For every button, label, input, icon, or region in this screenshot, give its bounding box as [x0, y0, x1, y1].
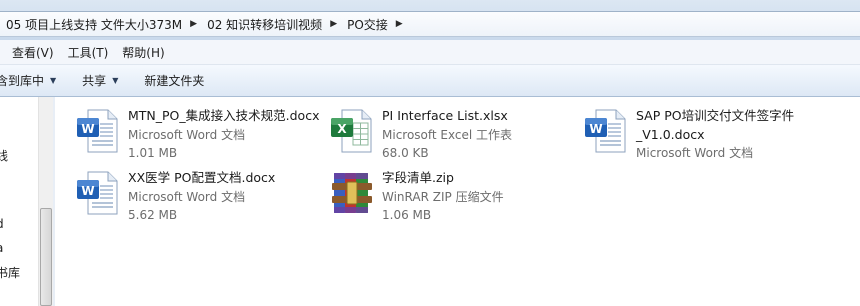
- navigation-pane: 线 d a 书库: [0, 97, 38, 306]
- breadcrumb-separator-icon[interactable]: ▶: [396, 19, 403, 29]
- share-button[interactable]: 共享 ▼: [68, 72, 130, 89]
- breadcrumb-separator-icon[interactable]: ▶: [330, 19, 337, 29]
- file-type: Microsoft Word 文档: [128, 189, 246, 204]
- share-label: 共享: [82, 74, 107, 88]
- include-in-library-button[interactable]: 含到库中 ▼: [0, 72, 68, 89]
- command-bar: 含到库中 ▼ 共享 ▼ 新建文件夹: [0, 65, 860, 97]
- breadcrumb-separator-icon[interactable]: ▶: [190, 19, 197, 29]
- file-name: MTN_PO_集成接入技术规范.docx: [128, 108, 320, 123]
- pane-splitter[interactable]: [53, 97, 55, 306]
- file-item[interactable]: W SAP PO培训交付文件签字件 _V1.0.docx Microsoft W…: [582, 107, 794, 163]
- svg-text:W: W: [81, 122, 94, 136]
- address-bar: 05 项目上线支持 文件大小373M ▶ 02 知识转移培训视频 ▶ PO交接 …: [0, 0, 860, 40]
- breadcrumb-label: 02 知识转移培训视频: [207, 17, 323, 32]
- file-size: 1.06 MB: [382, 208, 432, 222]
- nav-item-fragment[interactable]: d: [0, 217, 4, 231]
- menu-view[interactable]: 查看(V): [0, 44, 61, 61]
- word-doc-icon: W: [74, 107, 122, 155]
- word-doc-icon: W: [74, 169, 122, 217]
- file-item[interactable]: 字段清单.zip WinRAR ZIP 压缩文件 1.06 MB: [328, 169, 504, 225]
- svg-text:W: W: [81, 184, 94, 198]
- breadcrumb-label: PO交接: [347, 17, 388, 32]
- dropdown-arrow-icon: ▼: [50, 76, 57, 85]
- file-size: 68.0 KB: [382, 146, 429, 160]
- file-name-continuation: _V1.0.docx: [636, 126, 705, 142]
- breadcrumb-label: 05 项目上线支持 文件大小373M: [6, 17, 183, 32]
- svg-text:W: W: [589, 122, 602, 136]
- winrar-archive-icon: [328, 169, 376, 217]
- word-doc-icon: W: [582, 107, 630, 155]
- menu-bar: 查看(V) 工具(T) 帮助(H): [0, 40, 860, 65]
- include-in-library-label: 含到库中: [0, 74, 45, 88]
- new-folder-label: 新建文件夹: [144, 74, 205, 88]
- file-type: Microsoft Word 文档: [128, 127, 246, 142]
- file-name: 字段清单.zip: [382, 170, 454, 185]
- breadcrumb-item-po-handover[interactable]: PO交接 ▶: [341, 16, 407, 33]
- file-type: Microsoft Word 文档: [636, 146, 754, 160]
- file-list: W MTN_PO_集成接入技术规范.docx Microsoft Word 文档…: [56, 97, 860, 306]
- file-item[interactable]: W XX医学 PO配置文档.docx Microsoft Word 文档 5.6…: [74, 169, 275, 225]
- file-name: PI Interface List.xlsx: [382, 108, 508, 123]
- svg-text:X: X: [337, 122, 347, 136]
- menu-tools[interactable]: 工具(T): [61, 44, 116, 61]
- file-item[interactable]: X PI Interface List.xlsx Microsoft Excel…: [328, 107, 512, 163]
- new-folder-button[interactable]: 新建文件夹: [130, 72, 216, 89]
- file-size: 1.01 MB: [128, 146, 178, 160]
- dropdown-arrow-icon: ▼: [112, 76, 119, 85]
- nav-item-fragment[interactable]: a: [0, 241, 3, 255]
- navigation-scrollbar[interactable]: [38, 97, 54, 306]
- file-name: SAP PO培训交付文件签字件: [636, 108, 795, 123]
- file-type: Microsoft Excel 工作表: [382, 127, 513, 142]
- menu-help[interactable]: 帮助(H): [115, 44, 171, 61]
- breadcrumb: 05 项目上线支持 文件大小373M ▶ 02 知识转移培训视频 ▶ PO交接 …: [0, 11, 860, 37]
- file-size: 5.62 MB: [128, 208, 178, 222]
- excel-sheet-icon: X: [328, 107, 376, 155]
- breadcrumb-item-training-videos[interactable]: 02 知识转移培训视频 ▶: [201, 16, 341, 33]
- file-name: XX医学 PO配置文档.docx: [128, 170, 276, 185]
- scrollbar-thumb[interactable]: [40, 208, 52, 306]
- breadcrumb-item-project-support[interactable]: 05 项目上线支持 文件大小373M ▶: [0, 16, 201, 33]
- file-type: WinRAR ZIP 压缩文件: [382, 189, 504, 204]
- file-item[interactable]: W MTN_PO_集成接入技术规范.docx Microsoft Word 文档…: [74, 107, 319, 163]
- nav-item-fragment[interactable]: 线: [0, 147, 8, 164]
- nav-item-fragment[interactable]: 书库: [0, 264, 20, 281]
